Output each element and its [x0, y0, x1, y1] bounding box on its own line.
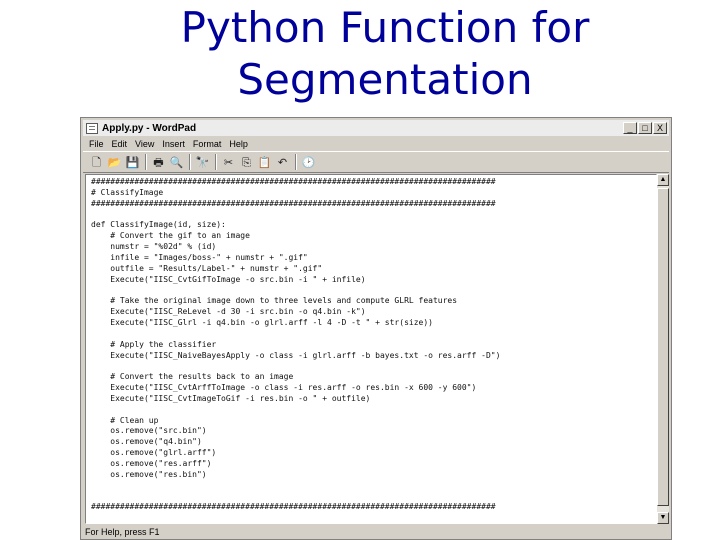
- paste-icon[interactable]: 📋: [257, 155, 272, 170]
- code-line: numstr = "%02d" % (id): [110, 242, 217, 252]
- code-line: # Clean up: [110, 415, 159, 425]
- copy-icon[interactable]: ⎘: [239, 155, 254, 170]
- code-line: os.remove("res.bin"): [110, 469, 207, 479]
- close-button[interactable]: X: [653, 122, 667, 134]
- code-text[interactable]: ########################################…: [86, 175, 656, 513]
- code-line: os.remove("q4.bin"): [110, 437, 202, 447]
- code-line: ########################################…: [91, 198, 496, 208]
- cut-icon[interactable]: ✂: [221, 155, 236, 170]
- code-line: Execute("IISC_Glrl -i q4.bin -o glrl.arf…: [110, 317, 433, 327]
- print-preview-icon[interactable]: 🔍: [169, 155, 184, 170]
- minimize-button[interactable]: _: [623, 122, 637, 134]
- code-line: ########################################…: [91, 502, 496, 512]
- scroll-thumb[interactable]: [657, 188, 669, 506]
- print-icon[interactable]: 🖶: [151, 155, 166, 170]
- toolbar-separator: [189, 154, 191, 170]
- toolbar-separator: [145, 154, 147, 170]
- menu-edit[interactable]: Edit: [112, 139, 128, 149]
- code-line: Execute("IISC_CvtImageToGif -i res.bin -…: [110, 393, 371, 403]
- code-line: # ClassifyImage: [91, 187, 164, 197]
- code-line: # Convert the results back to an image: [110, 372, 294, 382]
- new-icon[interactable]: 🗋: [89, 155, 104, 170]
- toolbar-separator: [215, 154, 217, 170]
- menu-insert[interactable]: Insert: [162, 139, 185, 149]
- code-line: ########################################…: [91, 177, 496, 186]
- code-line: outfile = "Results/Label-" + numstr + ".…: [110, 263, 323, 273]
- code-line: # Convert the gif to an image: [110, 231, 250, 241]
- undo-icon[interactable]: ↶: [275, 155, 290, 170]
- window-title: Apply.py - WordPad: [102, 122, 197, 134]
- toolbar-separator: [295, 154, 297, 170]
- code-line: os.remove("res.arff"): [110, 458, 212, 468]
- window-controls: _ □ X: [623, 122, 667, 134]
- wordpad-window: Apply.py - WordPad _ □ X File Edit View …: [80, 117, 672, 540]
- slide-title: Python Function for Segmentation: [0, 2, 720, 106]
- code-line: Execute("IISC_CvtArffToImage -o class -i…: [110, 383, 477, 393]
- menu-bar: File Edit View Insert Format Help: [83, 137, 669, 150]
- menu-format[interactable]: Format: [193, 139, 222, 149]
- code-line: Execute("IISC_ReLevel -d 30 -i src.bin -…: [110, 307, 366, 317]
- title-bar[interactable]: Apply.py - WordPad _ □ X: [83, 120, 669, 136]
- code-line: # Take the original image down to three …: [110, 296, 458, 306]
- open-icon[interactable]: 📂: [107, 155, 122, 170]
- save-icon[interactable]: 💾: [125, 155, 140, 170]
- slide-title-line1: Python Function for: [180, 3, 590, 52]
- vertical-scrollbar[interactable]: ▲ ▼: [657, 174, 669, 524]
- code-line: # Apply the classifier: [110, 339, 217, 349]
- code-line: os.remove("glrl.arff"): [110, 448, 217, 458]
- toolbar: 🗋 📂 💾 🖶 🔍 🔭 ✂ ⎘ 📋 ↶ 🕑: [83, 151, 669, 173]
- scroll-up-button[interactable]: ▲: [657, 174, 669, 186]
- code-line: def ClassifyImage(id, size):: [91, 220, 226, 230]
- code-line: Execute("IISC_NaiveBayesApply -o class -…: [110, 350, 501, 360]
- menu-file[interactable]: File: [89, 139, 104, 149]
- menu-view[interactable]: View: [135, 139, 154, 149]
- wordpad-app-icon[interactable]: [86, 122, 98, 134]
- code-line: Execute("IISC_CvtGifToImage -o src.bin -…: [110, 274, 366, 284]
- maximize-button[interactable]: □: [638, 122, 652, 134]
- menu-help[interactable]: Help: [229, 139, 248, 149]
- document-editor[interactable]: ########################################…: [85, 174, 657, 524]
- date-time-icon[interactable]: 🕑: [301, 155, 316, 170]
- find-icon[interactable]: 🔭: [195, 155, 210, 170]
- code-line: infile = "Images/boss-" + numstr + ".gif…: [110, 252, 308, 262]
- status-bar: For Help, press F1: [85, 527, 160, 537]
- scroll-down-button[interactable]: ▼: [657, 512, 669, 524]
- slide-title-line2: Segmentation: [237, 55, 533, 104]
- code-line: os.remove("src.bin"): [110, 426, 207, 436]
